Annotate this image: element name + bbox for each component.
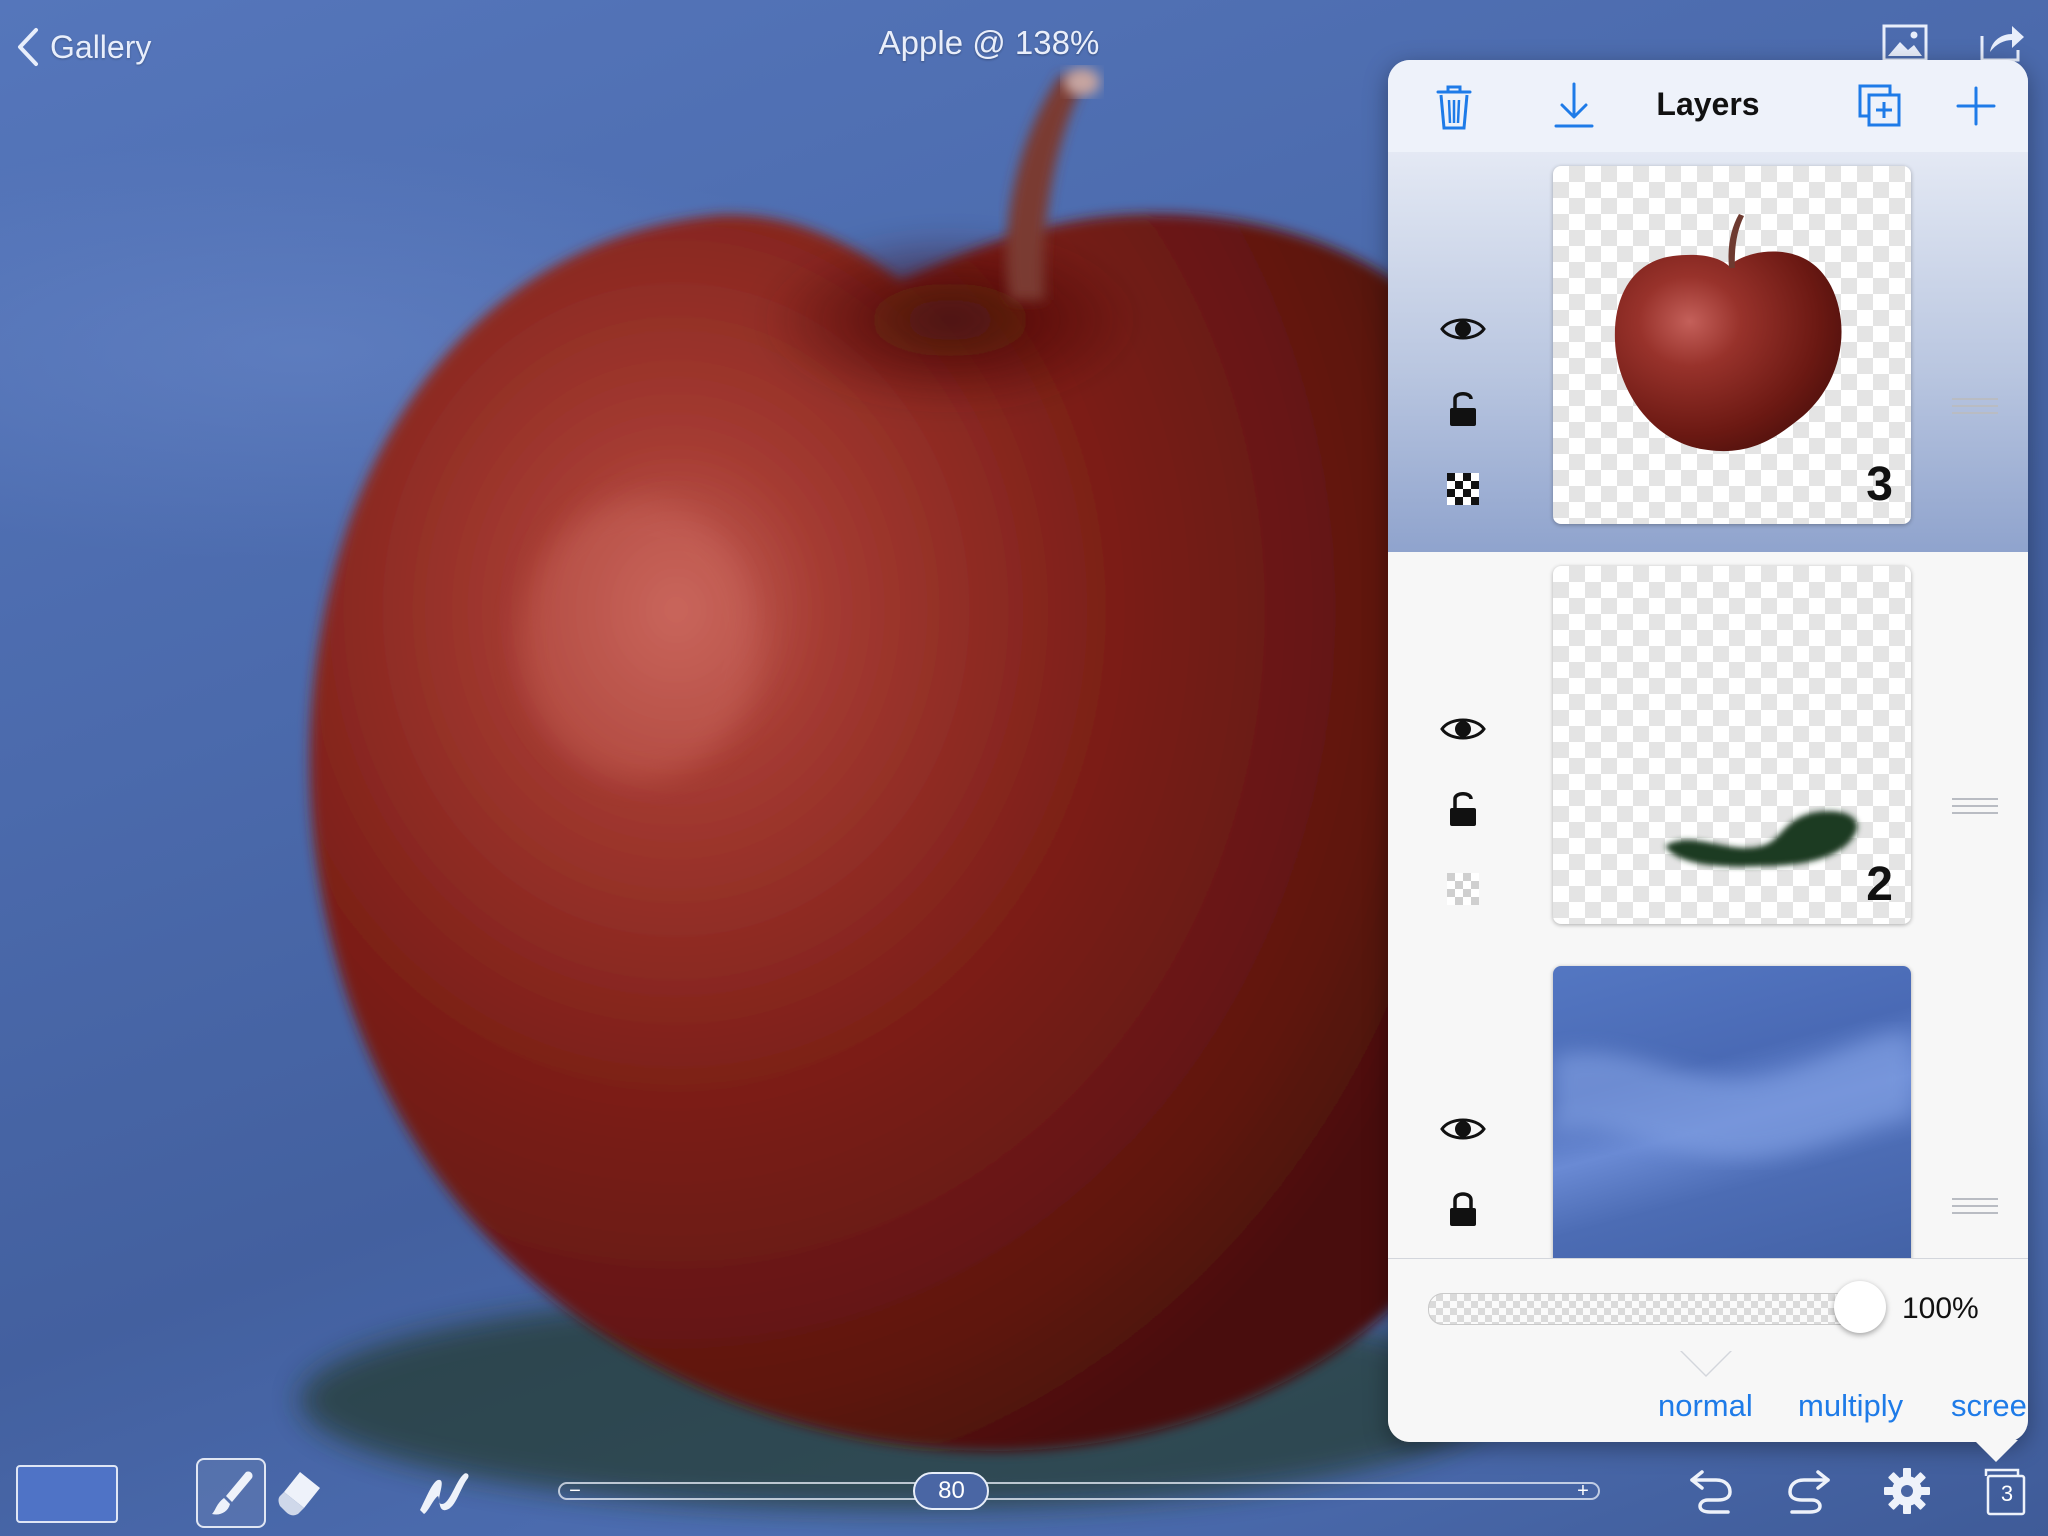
unlocked-icon[interactable]	[1440, 386, 1486, 432]
gallery-back-label: Gallery	[50, 28, 152, 65]
layers-button[interactable]: 3	[1978, 1464, 2032, 1518]
opacity-slider-knob[interactable]	[1834, 1281, 1886, 1333]
drag-handle-icon[interactable]	[1952, 798, 1998, 818]
plus-icon[interactable]: +	[1572, 1480, 1594, 1502]
alpha-lock-icon[interactable]	[1440, 466, 1486, 512]
layer-thumbnail-1[interactable]	[1553, 966, 1911, 1258]
redo-icon[interactable]	[1782, 1464, 1836, 1518]
minus-icon[interactable]: −	[564, 1480, 586, 1502]
settings-gear-icon[interactable]	[1880, 1464, 1934, 1518]
blend-mode-multiply[interactable]: multiply	[1798, 1388, 1903, 1424]
paintbrush-icon[interactable]	[196, 1458, 266, 1528]
blue-cloth-thumbnail-art	[1553, 1034, 1911, 1158]
unlocked-icon[interactable]	[1440, 786, 1486, 832]
layer-row-3[interactable]: 3	[1388, 152, 2028, 552]
brush-size-slider[interactable]: − + 80	[558, 1472, 1600, 1512]
eraser-icon[interactable]	[270, 1458, 336, 1524]
layer-count-badge: 3	[2000, 1481, 2014, 1506]
blend-mode-screen[interactable]: scree	[1951, 1388, 2027, 1424]
layer-opacity-control: 100%	[1388, 1258, 2028, 1354]
chevron-left-icon	[18, 28, 38, 66]
opacity-slider-track[interactable]	[1428, 1293, 1878, 1325]
blend-mode-normal[interactable]: normal	[1658, 1388, 1753, 1424]
layer-row-1[interactable]	[1388, 952, 2028, 1258]
brush-size-knob[interactable]: 80	[913, 1472, 990, 1510]
layers-panel-title: Layers	[1656, 86, 1760, 122]
layer-number: 2	[1866, 858, 1893, 911]
blend-mode-selector: normal multiply scree	[1388, 1350, 2028, 1442]
brush-size-track[interactable]	[558, 1482, 1600, 1500]
green-stroke-thumbnail-art	[1665, 810, 1858, 867]
smudge-icon[interactable]	[412, 1458, 478, 1524]
alpha-lock-off-icon[interactable]	[1440, 866, 1486, 912]
current-color-swatch[interactable]	[16, 1465, 118, 1523]
layer-thumbnail-3[interactable]: 3	[1553, 166, 1911, 524]
layers-panel: Layers 3 2 100% normal multiply scree	[1388, 60, 2028, 1442]
drag-handle-icon[interactable]	[1952, 398, 1998, 418]
eye-icon[interactable]	[1440, 706, 1486, 752]
layers-panel-pointer	[1974, 1440, 2018, 1462]
layers-panel-header: Layers	[1388, 60, 2028, 153]
undo-icon[interactable]	[1684, 1464, 1738, 1518]
duplicate-layer-icon[interactable]	[1852, 78, 1908, 134]
eye-icon[interactable]	[1440, 1106, 1486, 1152]
apple-thumbnail-art	[1614, 214, 1842, 452]
document-title: Apple @ 138%	[878, 24, 1100, 61]
layer-row-2[interactable]: 2	[1388, 552, 2028, 952]
layer-thumbnail-2[interactable]: 2	[1553, 566, 1911, 924]
blend-mode-pointer	[1680, 1350, 1732, 1377]
add-layer-icon[interactable]	[1948, 78, 2004, 134]
drag-handle-icon[interactable]	[1952, 1198, 1998, 1218]
layer-number: 3	[1866, 458, 1893, 511]
locked-icon[interactable]	[1440, 1186, 1486, 1232]
opacity-value: 100%	[1902, 1292, 1979, 1325]
eye-icon[interactable]	[1440, 306, 1486, 352]
gallery-back-button[interactable]: Gallery	[14, 22, 151, 72]
